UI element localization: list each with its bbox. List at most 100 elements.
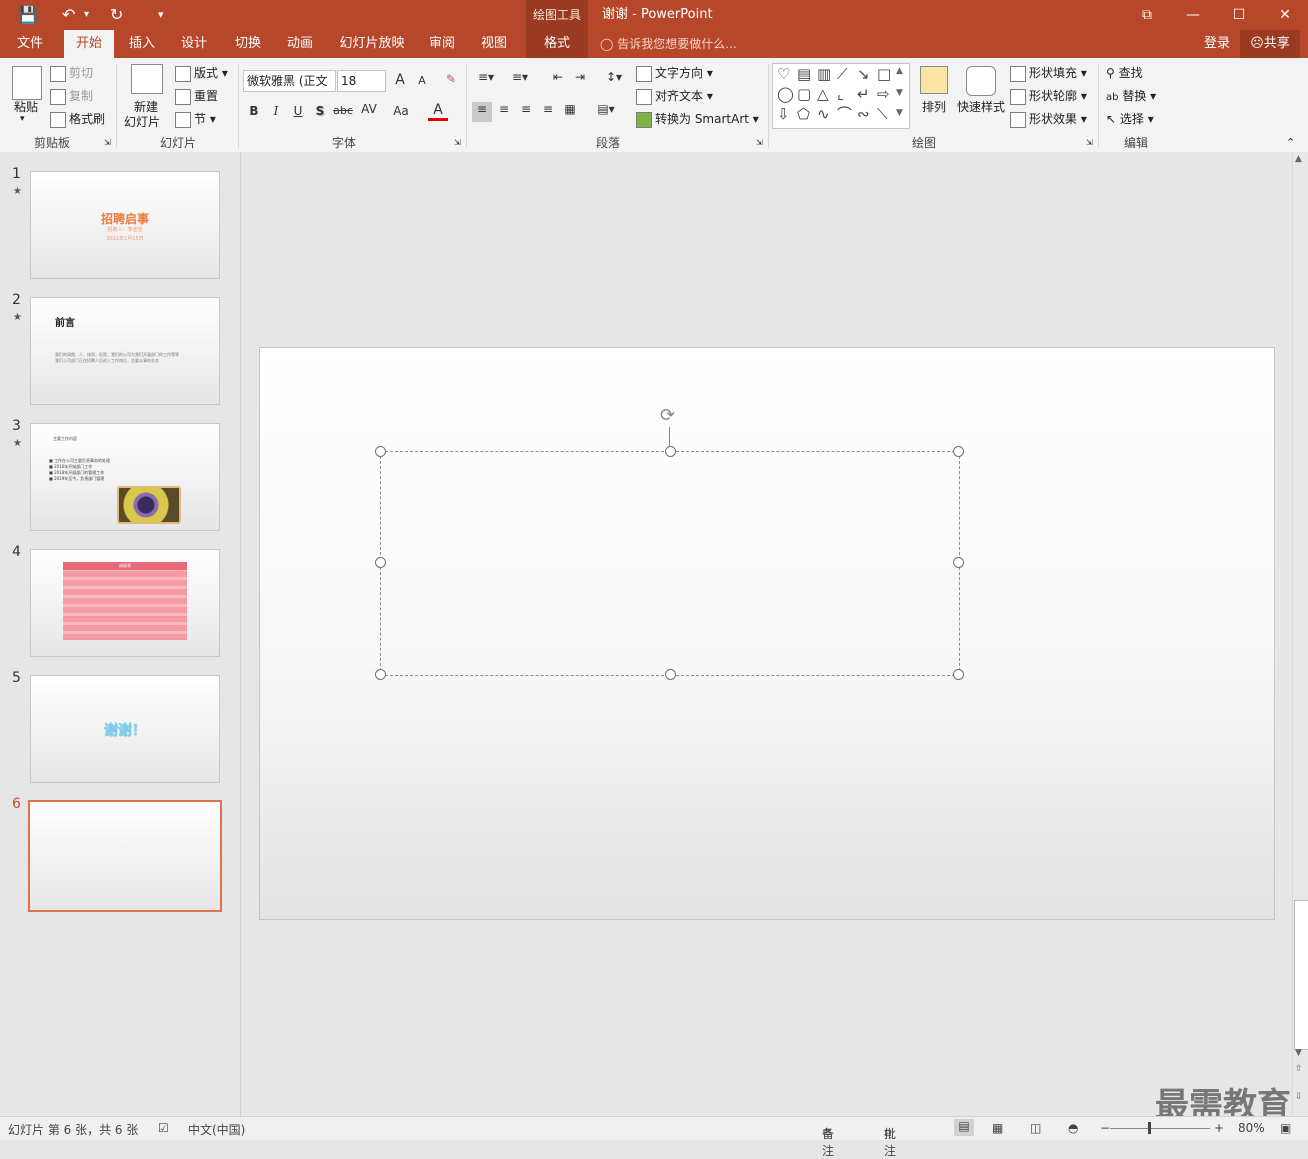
font-size-dropdown[interactable]: 18 — [337, 70, 386, 92]
italic-button[interactable]: I — [266, 104, 286, 118]
rotate-handle-icon[interactable]: ⟳ — [660, 405, 675, 426]
clipboard-launcher-icon[interactable]: ⇲ — [104, 138, 111, 147]
spellcheck-icon[interactable]: ☑ — [158, 1121, 169, 1135]
arc-shape-icon[interactable]: ⌒ — [837, 106, 852, 122]
layout-button[interactable]: 版式 ▾ — [175, 64, 228, 82]
maximize-button[interactable]: ☐ — [1216, 0, 1262, 30]
tab-slideshow[interactable]: 幻灯片放映 — [334, 30, 410, 58]
elbow-arrow-shape-icon[interactable]: ↵ — [857, 86, 870, 102]
slide-thumbnail-5[interactable]: 谢谢！ — [30, 675, 220, 783]
shadow-button[interactable]: S — [310, 104, 330, 118]
tell-me-search[interactable]: ◯ 告诉我您想要做什么... — [600, 30, 737, 58]
zoom-level[interactable]: 80% — [1238, 1121, 1265, 1135]
font-name-dropdown[interactable]: 微软雅黑 (正文 — [243, 70, 336, 92]
slide-thumbnail-3[interactable]: 主要工作内容 ■ 工作在公司主要负责事务的处理 ■ 2016年开始部门工作 ■ … — [30, 423, 220, 531]
share-button[interactable]: ☹共享 — [1240, 30, 1300, 58]
slideshow-view-icon[interactable]: ◓ — [1068, 1121, 1078, 1135]
line-shape-icon[interactable]: ⟋ — [837, 66, 848, 82]
pentagon-shape-icon[interactable]: ⬠ — [797, 106, 810, 122]
slide-thumbnail-1[interactable]: 招聘启事 招聘人：李佳佳 2021年1月15日 — [30, 171, 220, 279]
tab-design[interactable]: 设计 — [172, 30, 216, 58]
increase-indent-icon[interactable]: ⇥ — [570, 70, 590, 84]
scroll-up-icon[interactable]: ▲ — [1295, 154, 1302, 164]
tab-review[interactable]: 审阅 — [420, 30, 464, 58]
previous-slide-icon[interactable]: ⇧ — [1295, 1064, 1303, 1074]
paste-icon[interactable] — [12, 66, 42, 100]
underline-button[interactable]: U — [288, 104, 308, 118]
align-center-icon[interactable]: ≡ — [494, 102, 514, 116]
vertical-scrollbar[interactable]: ▲ ▼ ⇧ ⇩ — [1292, 152, 1308, 1116]
new-slide-label-2[interactable]: 幻灯片 — [124, 113, 160, 130]
resize-handle-top[interactable] — [665, 446, 676, 457]
copy-button[interactable]: 复制 — [50, 87, 93, 105]
section-button[interactable]: 节 ▾ — [175, 110, 216, 128]
numbering-icon[interactable]: ≡▾ — [506, 70, 534, 84]
undo-icon[interactable]: ↶ — [62, 5, 75, 24]
close-button[interactable]: ✕ — [1262, 0, 1308, 30]
textbox-shape-icon[interactable]: ▤ — [797, 66, 811, 82]
login-link[interactable]: 登录 — [1198, 30, 1236, 58]
slide-sorter-view-icon[interactable]: ▦ — [992, 1121, 1003, 1135]
resize-handle-bottom-left[interactable] — [375, 669, 386, 680]
replace-button[interactable]: ab 替换 ▾ — [1106, 87, 1156, 104]
shrink-font-button[interactable]: A — [412, 74, 432, 87]
shapes-gallery[interactable]: ♡ ▤ ▥ ⟋ ↘ □ ◯ ▢ △ ⌞ ↵ ⇨ ⇩ ⬠ ∿ ⌒ ∾ ⟍ — [772, 63, 910, 129]
new-slide-icon[interactable] — [131, 64, 163, 94]
rectangle-shape-icon[interactable]: □ — [877, 66, 891, 82]
arrow-line-shape-icon[interactable]: ↘ — [857, 66, 870, 82]
gallery-more-icon[interactable]: ▼ — [896, 108, 903, 118]
cut-button[interactable]: 剪切 — [50, 64, 93, 82]
paste-button[interactable]: 粘贴 — [14, 98, 38, 115]
rounded-rect-shape-icon[interactable]: ▢ — [797, 86, 811, 102]
slide-thumbnail-6-selected[interactable] — [28, 800, 222, 912]
shape-outline-button[interactable]: 形状轮廓 ▾ — [1010, 87, 1087, 105]
tab-animations[interactable]: 动画 — [278, 30, 322, 58]
resize-handle-top-right[interactable] — [953, 446, 964, 457]
resize-handle-right[interactable] — [953, 557, 964, 568]
down-arrow-shape-icon[interactable]: ⇩ — [777, 106, 790, 122]
arrange-button[interactable]: 排列 — [922, 98, 946, 115]
normal-view-icon[interactable]: ▤ — [954, 1119, 974, 1136]
elbow-connector-shape-icon[interactable]: ⌞ — [837, 86, 844, 102]
strikethrough-button[interactable]: abc — [332, 104, 354, 117]
language-status[interactable]: 中文(中国) — [188, 1121, 245, 1138]
next-slide-icon[interactable]: ⇩ — [1295, 1092, 1303, 1102]
line-spacing-icon[interactable]: ↕▾ — [600, 70, 628, 84]
change-case-button[interactable]: Aa — [388, 104, 414, 118]
triangle-shape-icon[interactable]: △ — [817, 86, 829, 102]
resize-handle-bottom[interactable] — [665, 669, 676, 680]
columns-icon[interactable]: ▤▾ — [592, 102, 620, 116]
select-button[interactable]: ↖ 选择 ▾ — [1106, 110, 1154, 127]
format-painter-button[interactable]: 格式刷 — [50, 110, 105, 128]
zoom-slider-thumb[interactable] — [1148, 1122, 1151, 1134]
zoom-out-icon[interactable]: − — [1100, 1121, 1110, 1135]
quick-styles-button[interactable]: 快速样式 — [957, 98, 1005, 115]
grow-font-button[interactable]: A — [390, 72, 410, 88]
scroll-thumb[interactable] — [1294, 900, 1308, 1050]
curve-shape-icon[interactable]: ∾ — [857, 106, 870, 122]
shape-fill-button[interactable]: 形状填充 ▾ — [1010, 64, 1087, 82]
paste-dropdown-icon[interactable]: ▾ — [20, 114, 25, 124]
collapse-ribbon-icon[interactable]: ⌃ — [1286, 136, 1295, 149]
shape-effects-button[interactable]: 形状效果 ▾ — [1010, 110, 1087, 128]
tab-home[interactable]: 开始 — [64, 30, 114, 58]
clear-formatting-icon[interactable]: ✎ — [441, 72, 461, 86]
fit-to-window-icon[interactable]: ▣ — [1280, 1121, 1291, 1135]
align-right-icon[interactable]: ≡ — [516, 102, 536, 116]
ribbon-display-options-icon[interactable]: ⧉ — [1124, 0, 1170, 30]
bullets-icon[interactable]: ≡▾ — [472, 70, 500, 84]
diagonal-line-shape-icon[interactable]: ⟍ — [877, 106, 888, 122]
undo-dropdown-icon[interactable]: ▾ — [84, 9, 89, 20]
vertical-textbox-shape-icon[interactable]: ▥ — [817, 66, 831, 82]
save-icon[interactable]: 💾 — [18, 5, 38, 24]
align-left-icon[interactable]: ≡ — [472, 102, 492, 122]
paragraph-launcher-icon[interactable]: ⇲ — [756, 138, 763, 147]
resize-handle-top-left[interactable] — [375, 446, 386, 457]
bold-button[interactable]: B — [244, 104, 264, 118]
minimize-button[interactable]: — — [1170, 0, 1216, 30]
font-color-button[interactable]: A — [428, 102, 448, 121]
find-button[interactable]: ⚲ 查找 — [1106, 64, 1143, 81]
freeform-shape-icon[interactable]: ∿ — [817, 106, 830, 122]
arrange-icon[interactable] — [920, 66, 948, 94]
smartart-button[interactable]: 转换为 SmartArt ▾ — [636, 110, 759, 128]
